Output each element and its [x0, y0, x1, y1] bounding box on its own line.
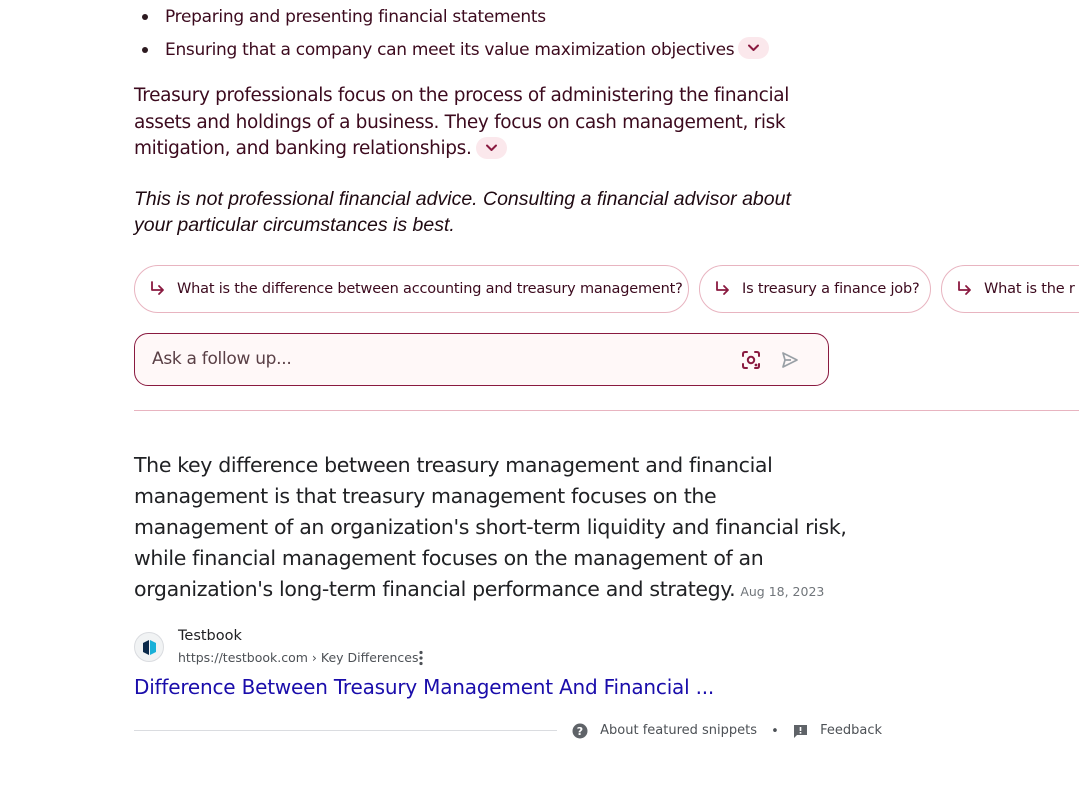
chevron-down-icon [485, 144, 497, 151]
snippet-date: Aug 18, 2023 [740, 584, 825, 599]
overview-bullet-list: Preparing and presenting financial state… [134, 0, 770, 66]
arrow-return-icon [151, 281, 164, 295]
overview-bullet: Preparing and presenting financial state… [134, 0, 769, 33]
about-snippets-link[interactable]: ? About featured snippets [572, 721, 757, 742]
help-icon: ? [572, 723, 588, 739]
testbook-logo-icon [143, 640, 156, 655]
arrow-return-icon [716, 281, 729, 295]
snippet-text: The key difference between treasury mana… [134, 453, 847, 601]
bullet-text: Ensuring that a company can meet its val… [165, 40, 735, 60]
footer-separator: • [771, 723, 779, 739]
suggestion-label: What is the r [984, 281, 1075, 297]
suggestion-chips: What is the difference between accountin… [134, 265, 1079, 315]
footer-divider [134, 730, 557, 731]
paragraph-text: Treasury professionals focus on the proc… [134, 85, 790, 159]
site-name: Testbook [178, 628, 242, 644]
disclaimer-text: This is not professional financial advic… [134, 188, 791, 236]
send-icon[interactable] [780, 350, 800, 370]
expand-source-button[interactable] [738, 37, 770, 59]
feedback-label: Feedback [820, 723, 883, 738]
source-attribution[interactable]: Testbook https://testbook.com › Key Diff… [134, 628, 534, 668]
overview-bullet: Ensuring that a company can meet its val… [134, 33, 770, 66]
result-title-link[interactable]: Difference Between Treasury Management A… [134, 675, 714, 699]
suggestion-label: Is treasury a finance job? [742, 281, 920, 297]
section-divider [134, 410, 1079, 411]
site-favicon [134, 632, 164, 662]
followup-box [134, 333, 829, 386]
bullet-text: Preparing and presenting financial state… [165, 7, 546, 27]
arrow-return-icon [958, 281, 971, 295]
suggestion-chip[interactable]: What is the difference between accountin… [134, 265, 689, 313]
followup-input[interactable] [152, 346, 712, 372]
snippet-footer: ? About featured snippets • Feedback [572, 721, 882, 741]
chevron-down-icon [748, 44, 760, 51]
suggestion-label: What is the difference between accountin… [177, 281, 683, 297]
about-snippets-label: About featured snippets [600, 723, 758, 738]
lens-camera-icon[interactable] [740, 349, 762, 371]
site-url: https://testbook.com › Key Differences [178, 650, 419, 665]
featured-snippet: The key difference between treasury mana… [134, 450, 854, 607]
svg-text:?: ? [577, 725, 583, 738]
suggestion-chip[interactable]: What is the r [941, 265, 1079, 313]
more-options-icon[interactable] [416, 650, 426, 666]
expand-source-button[interactable] [475, 137, 507, 159]
overview-paragraph: Treasury professionals focus on the proc… [134, 83, 814, 163]
feedback-icon [793, 724, 807, 738]
suggestion-chip[interactable]: Is treasury a finance job? [699, 265, 931, 313]
feedback-link[interactable]: Feedback [793, 721, 882, 742]
